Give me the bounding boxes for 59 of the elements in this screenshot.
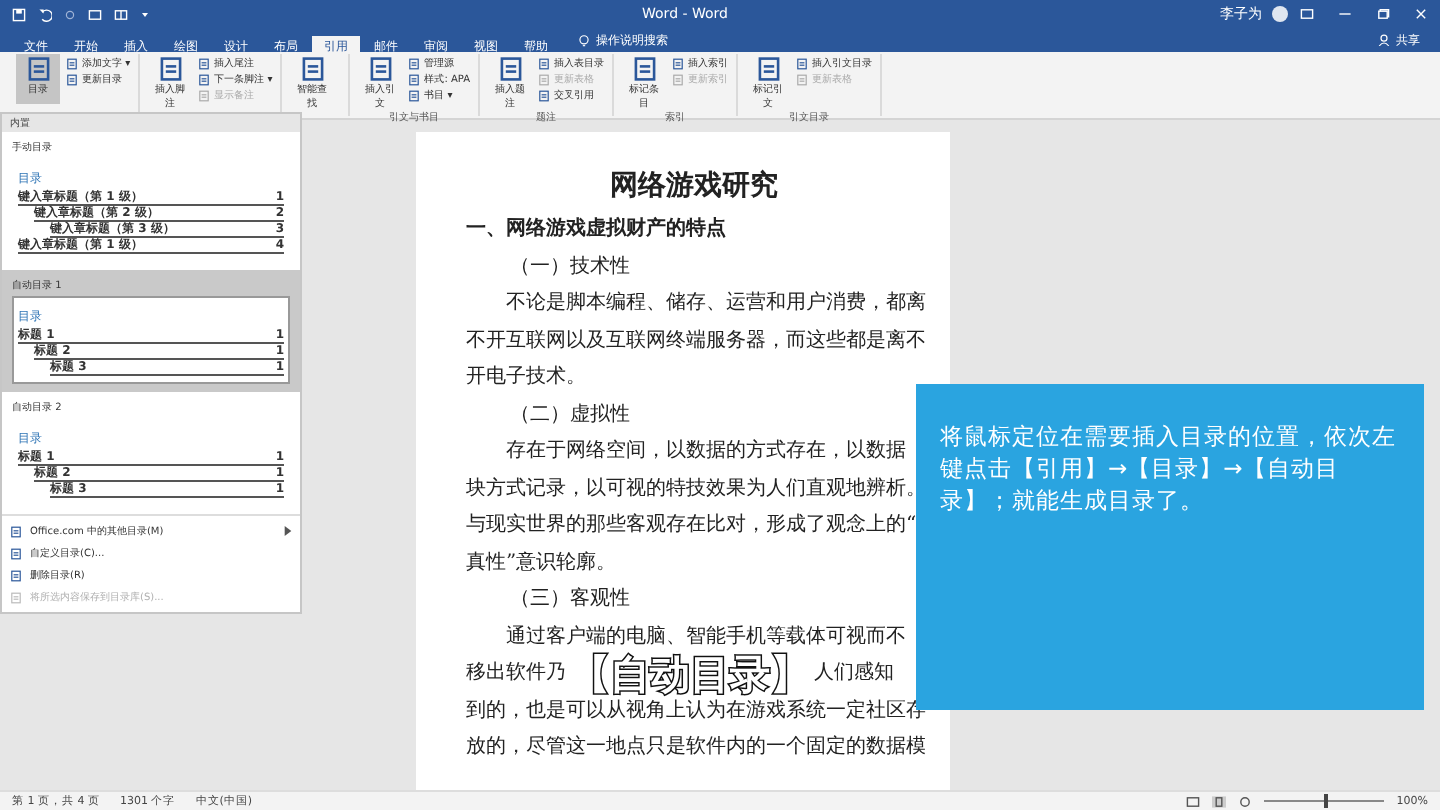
document-icon	[538, 89, 551, 101]
close-icon[interactable]	[1414, 8, 1428, 20]
document-title: 网络游戏研究	[610, 167, 778, 206]
document-icon	[25, 56, 51, 82]
document-text-line: 不开互联网以及互联网终端服务器，而这些都是离不	[466, 327, 926, 355]
dropdown-icon[interactable]	[140, 9, 150, 19]
document-text-line: 移出软件乃	[466, 659, 566, 688]
print-layout-icon[interactable]	[1212, 795, 1227, 807]
document-text-line: 与现实世界的那些客观存在比对，形成了观念上的“	[466, 511, 917, 540]
document-text-line: 开电子技术。	[466, 363, 586, 392]
document-icon	[198, 73, 211, 85]
lightbulb-icon	[578, 33, 590, 47]
document-text-line: 通过客户端的电脑、智能手机等载体可视而不	[506, 623, 906, 651]
document-text-line: 不论是脚本编程、储存、运营和用户消费，都离	[506, 289, 926, 318]
web-layout-icon[interactable]	[1238, 795, 1253, 807]
save-icon[interactable]	[12, 7, 26, 21]
video-caption: 【自动目录】	[570, 652, 810, 697]
document-icon	[408, 89, 421, 101]
read-mode-icon[interactable]	[1186, 795, 1201, 807]
document-icon	[198, 57, 211, 69]
document-icon	[157, 56, 184, 82]
document-icon	[796, 73, 809, 85]
document-icon	[796, 57, 809, 69]
ribbon-display-icon[interactable]	[1300, 8, 1314, 20]
person-icon	[1378, 34, 1390, 46]
document-text-line: 存在于网络空间，以数据的方式存在，以数据	[506, 437, 906, 466]
minimize-icon[interactable]	[1338, 8, 1352, 20]
document-icon	[538, 57, 551, 69]
avatar-icon[interactable]	[1272, 6, 1288, 22]
document-icon	[10, 547, 22, 559]
document-icon[interactable]	[88, 7, 102, 21]
document-icon	[10, 591, 22, 603]
zoom-slider-thumb[interactable]	[1324, 794, 1329, 808]
document-icon	[299, 56, 326, 82]
document-icon	[10, 525, 22, 537]
document-text-line: 人们感知	[814, 659, 894, 688]
document-icon	[408, 57, 421, 69]
document-text-line: 真性”意识轮廓。	[466, 549, 617, 577]
document-icon	[672, 57, 685, 69]
document-icon	[198, 89, 211, 101]
document-icon	[367, 56, 394, 82]
document-icon	[408, 73, 421, 85]
document-icon	[672, 73, 685, 85]
document-icon	[66, 73, 78, 85]
document-text-line: 放的，尽管这一地点只是软件内的一个固定的数据模	[466, 733, 926, 762]
document-icon	[497, 56, 524, 82]
document-icon	[538, 73, 551, 85]
table-icon[interactable]	[114, 7, 128, 21]
document-heading: （一）技术性	[510, 253, 630, 281]
undo-icon[interactable]	[38, 7, 52, 21]
document-heading: 一、网络游戏虚拟财产的特点	[466, 215, 726, 244]
document-icon	[631, 56, 658, 82]
document-icon	[66, 57, 78, 69]
document-icon	[10, 569, 22, 581]
document-icon	[755, 56, 782, 82]
document-heading: （二）虚拟性	[510, 401, 630, 429]
document-heading: （三）客观性	[510, 585, 630, 614]
restore-icon[interactable]	[1376, 8, 1390, 20]
instruction-callout: 将鼠标定位在需要插入目录的位置，依次左键点击【引用】→【目录】→【自动目录】；就能生成目录了。	[916, 384, 1424, 710]
